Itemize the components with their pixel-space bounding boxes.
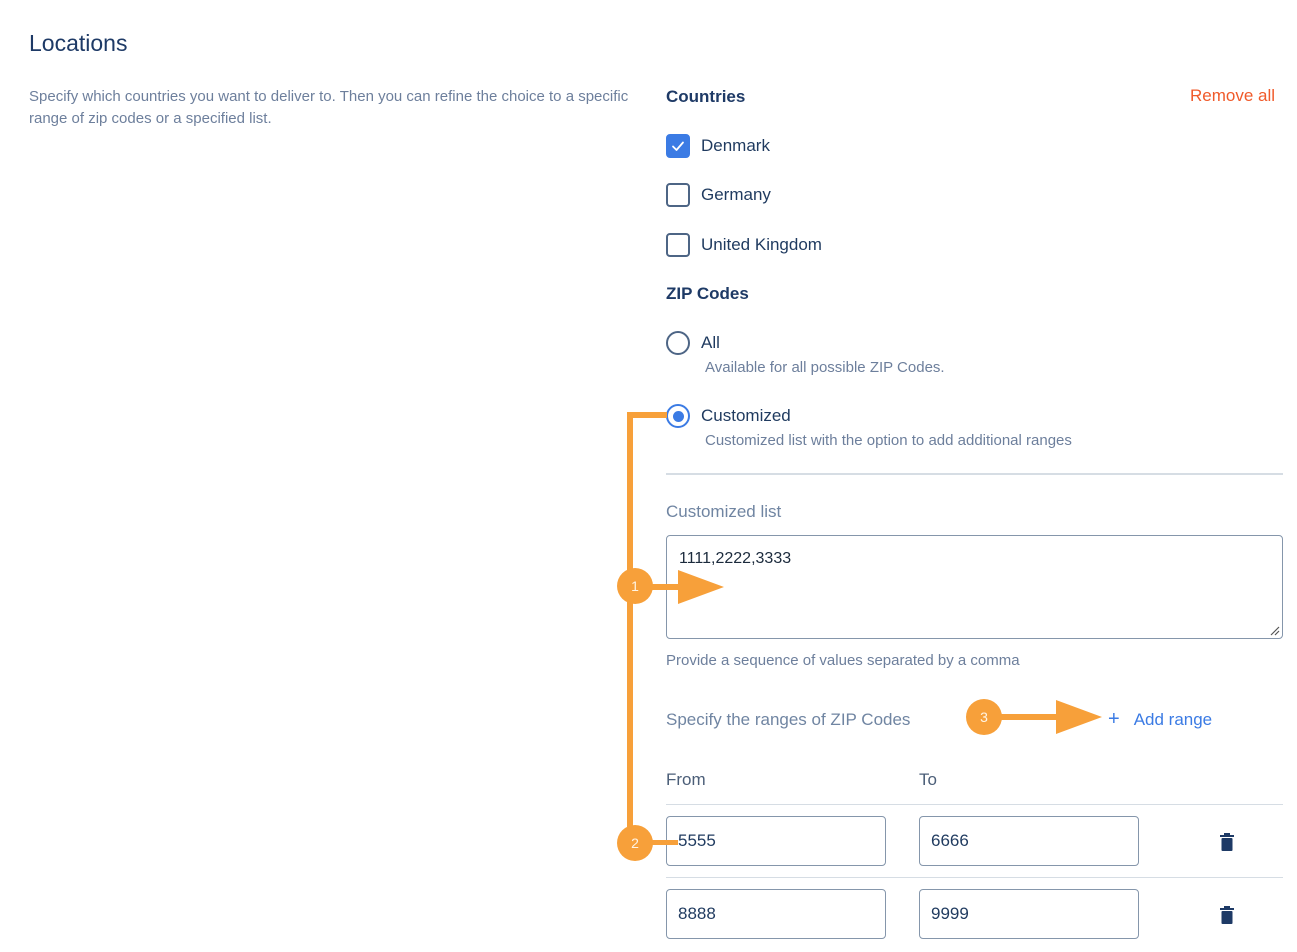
annotation-connector	[627, 412, 667, 418]
row-divider	[666, 877, 1283, 878]
annotation-connector	[650, 840, 678, 845]
row-divider	[666, 804, 1283, 805]
zip-option-customized[interactable]: Customized	[666, 402, 791, 430]
radio-unselected[interactable]	[666, 331, 690, 355]
trash-icon[interactable]	[1220, 833, 1234, 851]
annotation-arrow-shaft	[650, 584, 680, 590]
customized-list-hint: Provide a sequence of values separated b…	[666, 652, 1020, 669]
radio-label: All	[701, 333, 720, 352]
page-title: Locations	[29, 30, 128, 56]
add-range-label: Add range	[1133, 709, 1213, 729]
country-denmark[interactable]: Denmark	[666, 132, 770, 160]
annotation-badge-1: 1	[617, 568, 653, 604]
annotation-connector	[627, 412, 633, 572]
add-range-button[interactable]: + Add range	[1108, 708, 1212, 731]
annotation-connector	[627, 600, 633, 828]
column-from: From	[666, 770, 706, 789]
country-germany[interactable]: Germany	[666, 181, 771, 209]
zip-codes-label: ZIP Codes	[666, 284, 749, 303]
country-label: United Kingdom	[701, 235, 822, 254]
zip-option-all[interactable]: All	[666, 329, 720, 357]
range-to-input[interactable]	[919, 889, 1139, 939]
annotation-badge-3: 3	[966, 699, 1002, 735]
page-description: Specify which countries you want to deli…	[29, 88, 629, 127]
radio-description: Available for all possible ZIP Codes.	[705, 359, 945, 376]
countries-label: Countries	[666, 87, 746, 106]
range-to-input[interactable]	[919, 816, 1139, 866]
annotation-arrow-icon	[678, 570, 724, 604]
checkbox-checked[interactable]	[666, 134, 690, 158]
checkmark-icon	[672, 141, 684, 151]
annotation-arrow-icon	[1056, 700, 1102, 734]
range-from-input[interactable]	[666, 816, 886, 866]
plus-icon: +	[1108, 708, 1120, 730]
country-united-kingdom[interactable]: United Kingdom	[666, 231, 822, 259]
radio-label: Customized	[701, 406, 791, 425]
ranges-label: Specify the ranges of ZIP Codes	[666, 710, 911, 729]
range-from-input[interactable]	[666, 889, 886, 939]
resize-handle-icon[interactable]	[1268, 624, 1280, 636]
annotation-arrow-shaft	[1000, 714, 1058, 720]
country-label: Germany	[701, 185, 771, 204]
annotation-badge-2: 2	[617, 825, 653, 861]
column-to: To	[919, 770, 937, 789]
trash-icon[interactable]	[1220, 906, 1234, 924]
radio-description: Customized list with the option to add a…	[705, 432, 1072, 449]
customized-list-label: Customized list	[666, 502, 782, 521]
remove-all-link[interactable]: Remove all	[1190, 86, 1275, 106]
customized-list-textarea[interactable]: 1111,2222,3333	[666, 535, 1283, 639]
checkbox-unchecked[interactable]	[666, 183, 690, 207]
section-divider	[666, 473, 1283, 475]
checkbox-unchecked[interactable]	[666, 233, 690, 257]
radio-selected[interactable]	[666, 404, 690, 428]
country-label: Denmark	[701, 136, 770, 155]
